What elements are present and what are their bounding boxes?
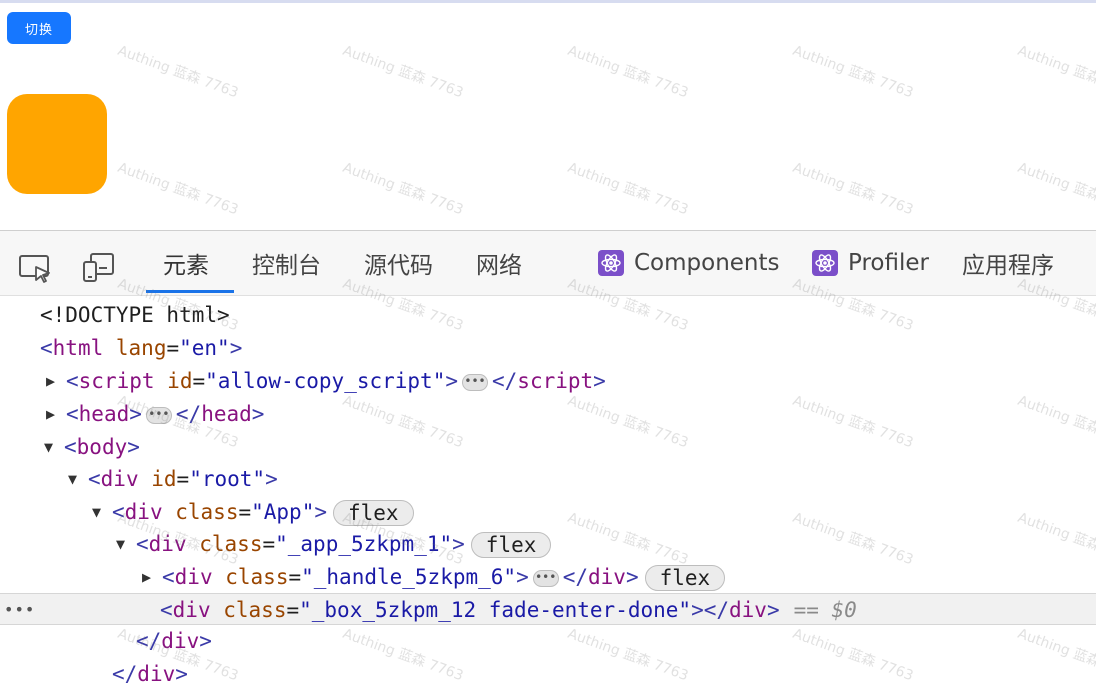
animated-box — [7, 94, 107, 194]
watermark-text: Authing 蓝森 7763 — [340, 42, 466, 102]
closing-tag-name: div — [588, 565, 626, 589]
expand-triangle-icon[interactable]: ▶ — [46, 365, 66, 397]
tab-network[interactable]: 网络 — [476, 231, 522, 295]
switch-button[interactable]: 切换 — [7, 12, 71, 44]
attr-name: id — [167, 369, 193, 393]
collapse-triangle-icon[interactable]: ▼ — [92, 496, 112, 528]
attr-value: "allow-copy_script" — [205, 369, 446, 393]
dom-node-app[interactable]: ▼ <div class="App"> flex — [0, 496, 1096, 528]
watermark-text: Authing 蓝森 7763 — [1015, 159, 1096, 218]
tab-label: 元素 — [163, 253, 209, 279]
tab-label: 网络 — [476, 253, 522, 279]
attr-name: class — [199, 532, 263, 556]
closing-tag-name: script — [517, 369, 594, 393]
attr-name: class — [223, 598, 287, 622]
attr-name: lang — [115, 336, 167, 360]
dom-node-script[interactable]: ▶ <script id="allow-copy_script"> ••• </scr… — [0, 365, 1096, 397]
device-toolbar-icon[interactable] — [82, 251, 116, 283]
row-menu-dots-icon[interactable]: ••• — [4, 594, 35, 626]
page-top-border — [0, 0, 1096, 3]
tag-name: div — [124, 500, 163, 524]
collapse-triangle-icon[interactable]: ▼ — [68, 463, 88, 495]
devtools-toolbar: 元素 控制台 源代码 网络 Components Profiler 应用程序 — [0, 230, 1096, 296]
tab-label: 应用程序 — [962, 253, 1054, 279]
closing-tag-name: head — [201, 402, 252, 426]
watermark-text: Authing 蓝森 7763 — [115, 42, 241, 102]
tab-sources[interactable]: 源代码 — [364, 231, 433, 295]
inspect-element-icon[interactable] — [18, 251, 52, 283]
tab-console[interactable]: 控制台 — [252, 231, 321, 295]
attr-value: "App" — [251, 500, 315, 524]
dom-node-box-selected[interactable]: ••• <div class="_box_5zkpm_12 fade-enter… — [0, 593, 1096, 625]
dom-node-close-app[interactable]: </div> — [0, 658, 1096, 690]
react-logo-icon — [598, 250, 624, 276]
tag-name: head — [78, 402, 130, 426]
tag-name: html — [52, 336, 104, 360]
closing-tag-name: div — [729, 598, 767, 622]
watermark-text: Authing 蓝森 7763 — [565, 159, 691, 219]
watermark-text: Authing 蓝森 7763 — [1015, 42, 1096, 101]
tag-name: body — [76, 435, 128, 459]
collapse-triangle-icon[interactable]: ▼ — [44, 431, 64, 463]
watermark-text: Authing 蓝森 7763 — [115, 159, 241, 219]
tab-profiler[interactable]: Profiler — [812, 231, 929, 295]
tag-name: div — [148, 532, 187, 556]
flex-badge[interactable]: flex — [333, 500, 414, 526]
dom-node-doctype[interactable]: <!DOCTYPE html> — [0, 299, 1096, 331]
attr-name: id — [151, 467, 177, 491]
watermark-text: Authing 蓝森 7763 — [340, 159, 466, 219]
attr-value: "_box_5zkpm_12 fade-enter-done" — [299, 598, 692, 622]
tag-name: div — [174, 565, 213, 589]
dom-node-html[interactable]: <html lang="en"> — [0, 332, 1096, 364]
attr-value: "root" — [189, 467, 266, 491]
attr-name: class — [225, 565, 289, 589]
attr-name: class — [175, 500, 239, 524]
doctype-text: <!DOCTYPE html> — [40, 303, 230, 327]
dom-node-app-inner[interactable]: ▼ <div class="_app_5zkpm_1"> flex — [0, 528, 1096, 560]
tab-components[interactable]: Components — [598, 231, 780, 295]
dom-node-body[interactable]: ▼ <body> — [0, 431, 1096, 463]
tab-label: Profiler — [848, 250, 929, 276]
expand-triangle-icon[interactable]: ▶ — [142, 561, 162, 593]
watermark-text: Authing 蓝森 7763 — [790, 42, 916, 102]
tag-name: script — [78, 369, 155, 393]
flex-badge[interactable]: flex — [644, 565, 726, 591]
watermark-text: Authing 蓝森 7763 — [790, 159, 916, 219]
tab-elements[interactable]: 元素 — [163, 231, 209, 295]
dom-node-root[interactable]: ▼ <div id="root"> — [0, 463, 1096, 495]
selected-node-marker: == $0 — [793, 598, 857, 622]
closing-tag-name: div — [161, 629, 200, 653]
flex-badge[interactable]: flex — [470, 532, 552, 558]
tab-application[interactable]: 应用程序 — [962, 231, 1054, 295]
tag-name: div — [100, 467, 139, 491]
dom-node-handle[interactable]: ▶ <div class="_handle_5zkpm_6"> ••• </div> f… — [0, 561, 1096, 593]
page: 切换 元素 控制台 源代码 网络 Components Profiler 应用程… — [0, 0, 1096, 691]
dom-node-head[interactable]: ▶ <head> ••• </head> — [0, 398, 1096, 430]
attr-value: "_app_5zkpm_1" — [275, 532, 453, 556]
tab-label: 源代码 — [364, 253, 433, 279]
active-tab-indicator — [146, 290, 234, 293]
collapsed-content-ellipsis[interactable]: ••• — [532, 569, 559, 587]
attr-value: "en" — [179, 336, 230, 360]
attr-value: "_handle_5zkpm_6" — [301, 565, 517, 589]
tab-label: 控制台 — [252, 253, 321, 279]
tag-name: div — [172, 598, 211, 622]
collapsed-content-ellipsis[interactable]: ••• — [462, 373, 488, 391]
dom-tree: <!DOCTYPE html> <html lang="en"> ▶ <scrip… — [0, 296, 1096, 691]
expand-triangle-icon[interactable]: ▶ — [46, 398, 66, 430]
collapse-triangle-icon[interactable]: ▼ — [116, 528, 136, 560]
react-logo-icon — [812, 250, 838, 276]
closing-tag-name: div — [137, 662, 176, 686]
collapsed-content-ellipsis[interactable]: ••• — [145, 406, 172, 424]
watermark-text: Authing 蓝森 7763 — [565, 42, 691, 102]
dom-node-close-app-inner[interactable]: </div> — [0, 625, 1096, 657]
tab-label: Components — [634, 250, 780, 276]
